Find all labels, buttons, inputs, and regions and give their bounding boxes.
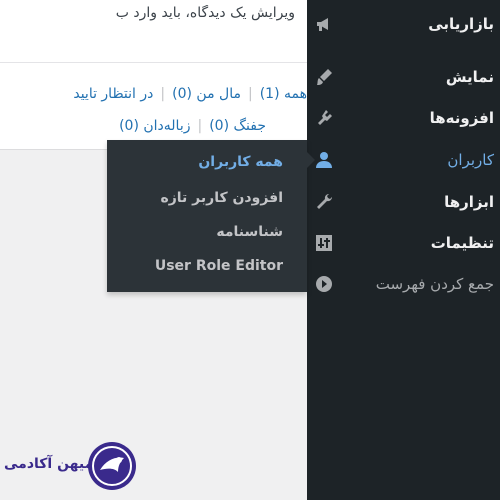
submenu-item-user-role-editor[interactable]: User Role Editor xyxy=(113,258,283,274)
collapse-icon xyxy=(307,274,341,294)
filter-mine-link[interactable]: مال من (0) xyxy=(172,86,241,102)
views-filter-row-1: همه (1) | مال من (0) | در انتظار تایید xyxy=(73,86,307,102)
separator: | xyxy=(197,118,203,134)
admin-sidebar: بازاریابی نمایش افزونه‌ها کاربران ابزاره… xyxy=(307,0,500,500)
settings-icon xyxy=(307,233,341,253)
sidebar-item-label: بازاریابی xyxy=(428,15,494,33)
sidebar-item-marketing[interactable]: بازاریابی xyxy=(307,8,500,40)
sidebar-item-appearance[interactable]: نمایش xyxy=(307,61,500,93)
sidebar-item-users[interactable]: کاربران xyxy=(307,144,500,176)
sidebar-item-label: کاربران xyxy=(447,151,494,169)
submenu-item-all-users[interactable]: همه کاربران xyxy=(113,154,283,170)
sidebar-item-label: تنظیمات xyxy=(430,234,494,252)
separator: | xyxy=(247,86,253,102)
logo-mark-icon xyxy=(88,442,136,490)
collapse-menu-button[interactable]: جمع کردن فهرست xyxy=(307,268,500,300)
sidebar-item-label: افزونه‌ها xyxy=(429,109,494,127)
notice-text: ویرایش یک دیدگاه، باید وارد ب xyxy=(115,5,295,21)
sidebar-item-plugins[interactable]: افزونه‌ها xyxy=(307,102,500,134)
filter-all-link[interactable]: همه (1) xyxy=(260,86,307,102)
paintbrush-icon xyxy=(307,67,341,87)
submenu-item-profile[interactable]: شناسنامه xyxy=(113,224,283,240)
sidebar-item-tools[interactable]: ابزارها xyxy=(307,186,500,218)
users-submenu: همه کاربران افزودن کاربر تازه شناسنامه U… xyxy=(107,140,315,292)
content-panel: ویرایش یک دیدگاه، باید وارد ب همه (1) | ما… xyxy=(0,0,307,150)
filter-pending-link[interactable]: در انتظار تایید xyxy=(73,86,153,102)
divider xyxy=(0,62,307,63)
filter-trash-link[interactable]: زباله‌دان (0) xyxy=(119,118,190,134)
sidebar-item-label: نمایش xyxy=(445,68,494,86)
brand-logo: میهن آکادمی xyxy=(2,440,142,494)
filter-spam-link[interactable]: جفنگ (0) xyxy=(209,118,266,134)
wrench-icon xyxy=(307,192,341,212)
sidebar-item-label: جمع کردن فهرست xyxy=(375,275,494,293)
sidebar-item-label: ابزارها xyxy=(444,193,494,211)
plugin-icon xyxy=(307,108,341,128)
submenu-pointer xyxy=(307,152,315,168)
separator: | xyxy=(160,86,166,102)
logo-text: میهن آکادمی xyxy=(4,456,94,472)
megaphone-icon xyxy=(307,14,341,34)
sidebar-item-settings[interactable]: تنظیمات xyxy=(307,227,500,259)
submenu-item-add-new-user[interactable]: افزودن کاربر تازه xyxy=(113,190,283,206)
views-filter-row-2: جفنگ (0) | زباله‌دان (0) xyxy=(119,118,266,134)
